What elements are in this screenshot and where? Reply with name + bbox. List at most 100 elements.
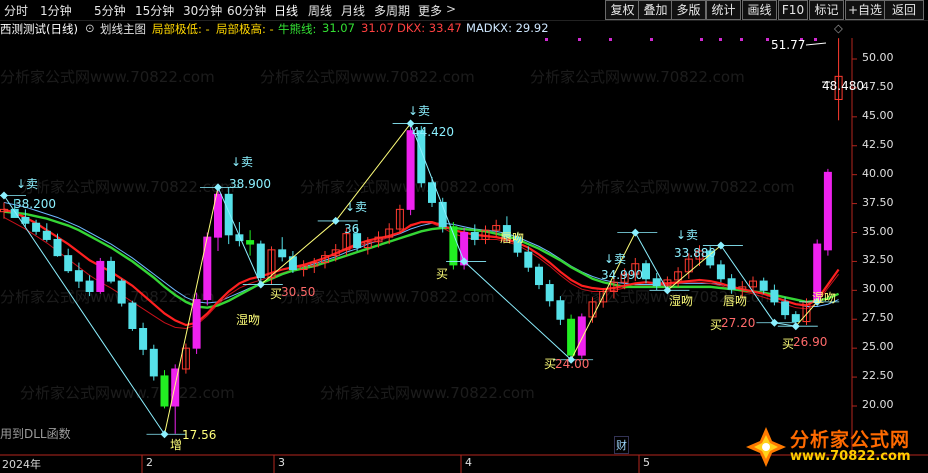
candle-body: [256, 243, 265, 279]
zigzag-segment: [217, 187, 262, 285]
period-multi[interactable]: 多周期: [374, 2, 410, 19]
candle-body: [246, 240, 255, 245]
local-low-value: 局部极低: -: [152, 22, 210, 36]
niuxiong-value: 31.07: [322, 21, 355, 35]
settings-dropdown-icon[interactable]: ⊙: [85, 21, 95, 35]
stats-button[interactable]: 统计: [706, 0, 741, 20]
sell-price: 38.200: [14, 197, 56, 211]
candle-body: [781, 301, 790, 316]
logo-emblem-icon: [746, 427, 786, 467]
sell-signal: ↓卖: [16, 177, 39, 191]
fuquan-button[interactable]: 复权: [605, 0, 640, 20]
period-monthly[interactable]: 月线: [341, 2, 365, 19]
sell-price: 38.900: [229, 177, 271, 191]
buy-price: 26.90: [793, 335, 828, 349]
back-button[interactable]: 返回: [884, 0, 924, 20]
kiss-signal: 湿吻: [236, 313, 261, 327]
candle-body: [545, 284, 554, 302]
candle-body: [21, 216, 30, 224]
dll-notice: 用到DLL函数: [0, 427, 71, 441]
period-daily[interactable]: 日线: [274, 2, 298, 19]
sell-signal: ↓卖: [604, 252, 627, 266]
y-tick-label: 40.00: [862, 166, 894, 180]
y-tick-label: 42.50: [862, 137, 894, 151]
candle-body: [652, 278, 661, 287]
sell-price: 34.990: [601, 268, 643, 282]
draw-line-button[interactable]: 画线: [742, 0, 777, 20]
max-price-pointer: [805, 42, 827, 46]
axis-panel: [852, 38, 928, 455]
diamond-icon[interactable]: ◇: [834, 21, 843, 35]
candle-body: [278, 249, 287, 258]
y-tick-label: 50.00: [862, 51, 894, 64]
period-5min[interactable]: 5分钟: [94, 2, 126, 19]
sell-signal: ↓卖: [408, 104, 431, 118]
period-fenshi[interactable]: 分时: [4, 2, 28, 19]
buy-price: 30.50: [281, 285, 316, 299]
buy-price: 27.20: [721, 316, 756, 330]
candle-body: [42, 230, 51, 240]
candle-body: [406, 130, 415, 210]
candle-body: [107, 260, 115, 282]
y-tick-label: 25.00: [862, 340, 894, 354]
overlay-button[interactable]: 叠加: [638, 0, 673, 20]
dkx-value: DKX: 33.47: [397, 21, 462, 35]
f10-button[interactable]: F10: [778, 0, 808, 20]
y-tick-label: 45.00: [862, 108, 894, 122]
sell-price: 36: [344, 222, 360, 236]
increase-signal: 增: [170, 438, 183, 452]
candle-body: [96, 260, 105, 292]
low-price: 17.56: [182, 428, 217, 442]
signal-dot: [650, 38, 653, 41]
period-more[interactable]: 更多: [418, 2, 442, 19]
signal-dot: [609, 38, 612, 41]
candle-body: [823, 171, 832, 251]
period-15min[interactable]: 15分钟: [135, 2, 174, 19]
candle-body: [524, 251, 533, 268]
candle-body: [470, 232, 479, 240]
x-label-apr: 4: [465, 456, 472, 469]
candle-body: [556, 300, 565, 320]
y-tick-label: 47.50: [862, 79, 894, 93]
candle-body: [577, 316, 586, 356]
rekiss-signal: 唇吻: [723, 294, 748, 308]
y-tick-label: 32.50: [862, 253, 894, 267]
logo-url: www.70822.com: [790, 449, 911, 464]
candle-body: [192, 299, 201, 349]
period-1min[interactable]: 1分钟: [40, 2, 72, 19]
signal-dot: [814, 38, 817, 41]
zigzag-segment: [260, 220, 337, 285]
candle-body: [642, 263, 650, 280]
candle-body: [64, 255, 73, 272]
zigzag-segment: [3, 195, 165, 435]
period-60min[interactable]: 60分钟: [227, 2, 266, 19]
candle-body: [770, 289, 779, 303]
buy-price: 24.00: [555, 357, 590, 371]
kiss-signal: 湿吻: [669, 294, 694, 308]
multi-layout-button[interactable]: 多版: [671, 0, 706, 20]
period-30min[interactable]: 30分钟: [183, 2, 222, 19]
local-high-value: 局部极高: -: [216, 22, 274, 36]
main-indicator-name[interactable]: 划线主图: [100, 21, 146, 37]
kline-chart[interactable]: [0, 38, 928, 473]
more-chevron-icon[interactable]: >: [446, 2, 456, 16]
signal-dot: [740, 38, 743, 41]
signal-dot: [719, 38, 722, 41]
candle-body: [288, 256, 297, 271]
y-tick-label: 37.50: [862, 195, 894, 209]
current-price-label: 48.480: [822, 79, 864, 93]
sell-signal: ↓卖: [231, 155, 254, 169]
add-favorite-button[interactable]: +自选: [845, 0, 885, 20]
candle-body: [117, 280, 126, 304]
stock-name: 西测测试(日线): [0, 22, 78, 36]
mark-button[interactable]: 标记: [809, 0, 844, 20]
candle-body: [74, 270, 83, 282]
y-tick-label: 22.50: [862, 369, 894, 383]
finance-badge[interactable]: 财: [614, 436, 629, 454]
period-weekly[interactable]: 周线: [308, 2, 332, 19]
sell-signal: ↓卖: [676, 228, 699, 242]
rekiss-signal: 唇吻: [500, 231, 525, 245]
candle-body: [567, 318, 576, 356]
max-price-label: 51.77: [771, 38, 806, 52]
candle-body: [53, 238, 62, 257]
